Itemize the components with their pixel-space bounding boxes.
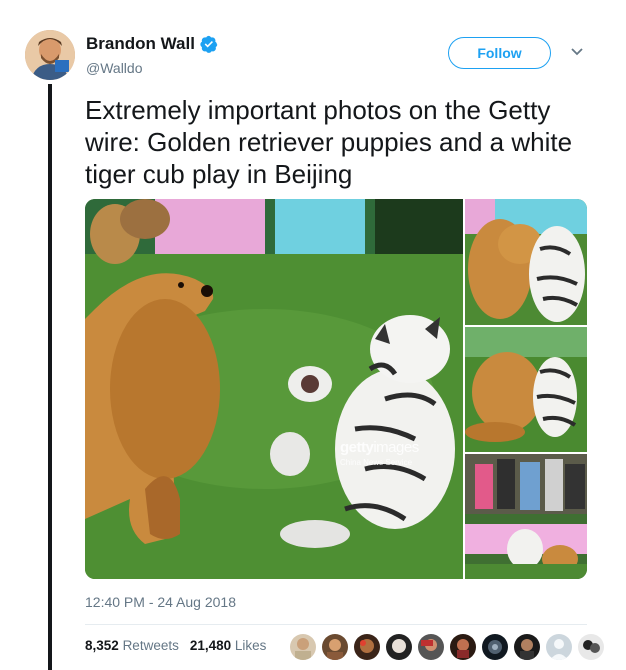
author-avatar[interactable] [25, 30, 75, 80]
retweets-label: Retweets [122, 638, 179, 653]
thread-line [48, 84, 52, 670]
liker-avatar[interactable] [322, 634, 348, 660]
tweet-stats: 8,352 Retweets 21,480 Likes [85, 638, 266, 653]
photo-crowd-watching[interactable] [465, 454, 587, 579]
likes-count: 21,480 [189, 638, 232, 653]
retweets-count: 8,352 [85, 638, 119, 653]
liker-avatar[interactable] [386, 634, 412, 660]
liker-avatar[interactable] [482, 634, 508, 660]
watermark-brand-light: images [373, 439, 419, 456]
liker-avatar[interactable] [578, 634, 604, 660]
liker-avatar[interactable] [514, 634, 540, 660]
photo-puppy-tiger-closeup[interactable] [465, 199, 587, 325]
stats-divider [85, 624, 587, 625]
liker-avatar-default[interactable] [546, 634, 572, 660]
liker-avatar[interactable] [450, 634, 476, 660]
chevron-down-icon[interactable] [569, 46, 585, 58]
tweet-timestamp[interactable]: 12:40 PM - 24 Aug 2018 [85, 594, 236, 610]
liker-avatars [290, 634, 610, 660]
author-display-name[interactable]: Brandon Wall [86, 34, 195, 54]
watermark-brand-bold: getty [340, 439, 374, 456]
photo-puppy-tiger-main[interactable]: gettyimages China News Service [85, 199, 463, 579]
tweet-text: Extremely important photos on the Getty … [85, 95, 573, 189]
getty-watermark: gettyimages China News Service [340, 439, 419, 467]
retweets-stat[interactable]: 8,352 Retweets [85, 638, 179, 653]
verified-badge-icon [200, 35, 218, 53]
liker-avatar[interactable] [354, 634, 380, 660]
photo-puppy-tiger-play[interactable] [465, 327, 587, 452]
liker-avatar[interactable] [290, 634, 316, 660]
author-handle[interactable]: @Walldo [86, 60, 143, 76]
watermark-credit: China News Service [340, 458, 413, 467]
author-name-row: Brandon Wall [86, 34, 218, 54]
follow-button[interactable]: Follow [448, 37, 551, 69]
tweet-media-grid: gettyimages China News Service [85, 199, 587, 579]
liker-avatar[interactable] [418, 634, 444, 660]
likes-stat[interactable]: 21,480 Likes [190, 638, 267, 653]
likes-label: Likes [234, 638, 267, 653]
